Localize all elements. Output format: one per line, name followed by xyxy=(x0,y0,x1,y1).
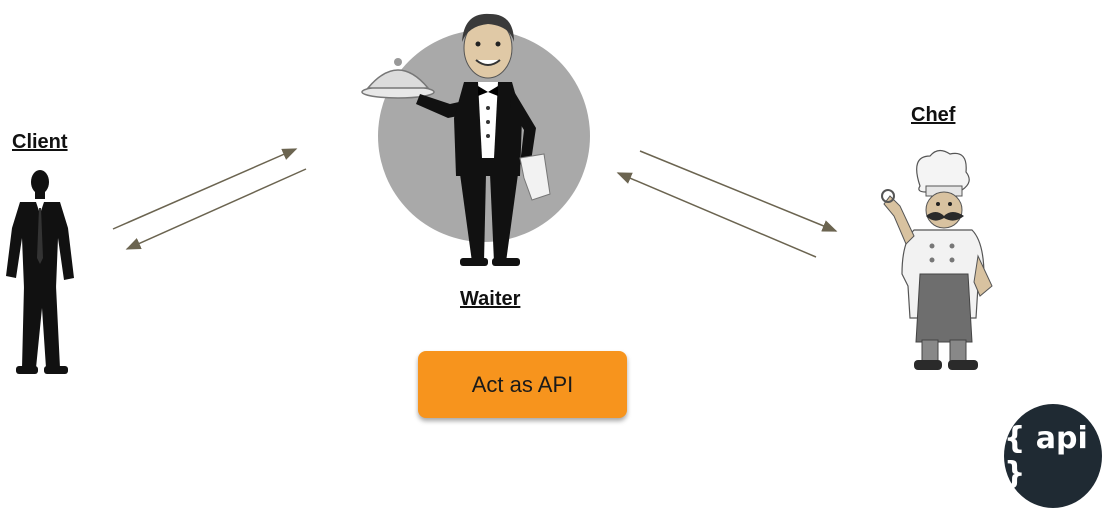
api-logo-text: { api } xyxy=(1004,421,1088,491)
waiter-with-cloche-icon xyxy=(361,13,590,266)
chef-label: Chef xyxy=(911,104,956,126)
waiter-label: Waiter xyxy=(460,288,521,310)
api-logo: { api } xyxy=(1004,404,1102,508)
chef-ok-gesture-icon xyxy=(881,149,993,370)
businessman-silhouette-icon xyxy=(6,170,74,374)
client-to-waiter-arrow xyxy=(112,148,298,230)
chef-to-waiter-arrow xyxy=(616,172,817,258)
waiter-to-client-arrow xyxy=(125,168,307,250)
act-as-api-button[interactable]: Act as API xyxy=(418,351,627,418)
client-label: Client xyxy=(12,131,68,153)
waiter-to-chef-arrow xyxy=(639,150,838,232)
